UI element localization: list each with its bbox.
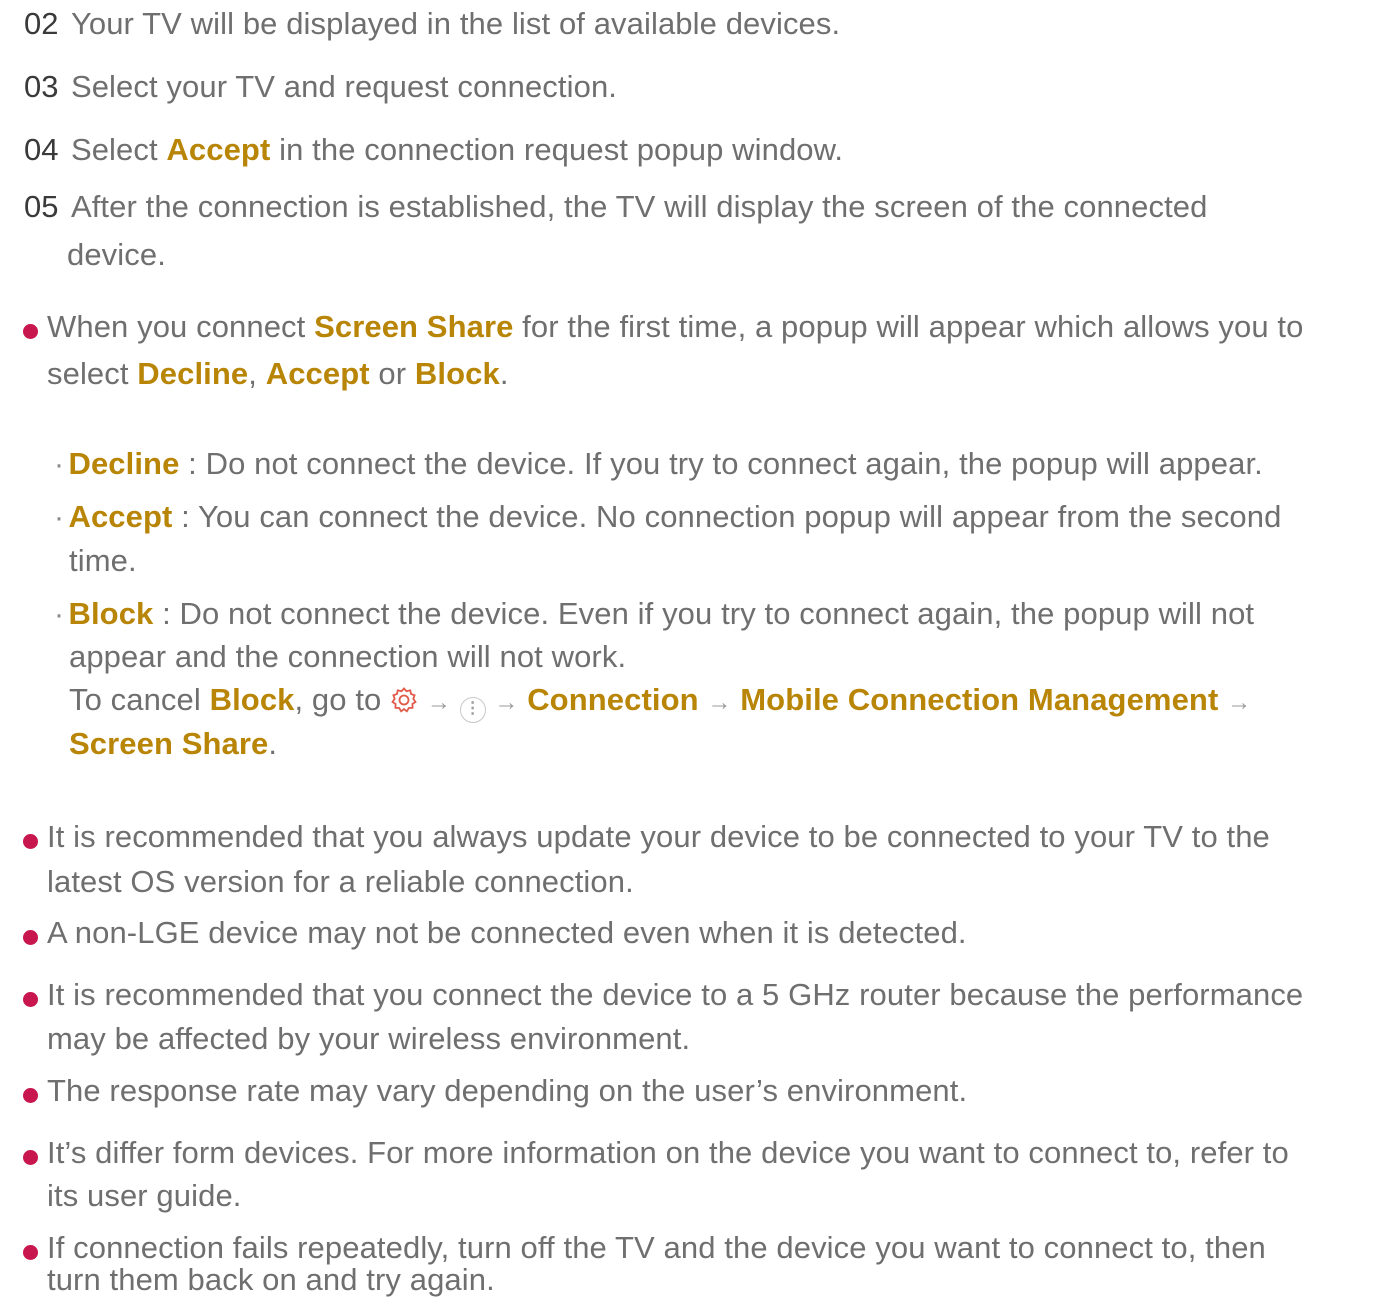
decline-keyword: Decline xyxy=(137,356,249,391)
arrow-icon: → xyxy=(1227,689,1252,716)
option-desc: : Do not connect the device. If you try … xyxy=(179,446,1263,481)
option-desc-cont: appear and the connection will not work. xyxy=(69,639,627,674)
step-text-post: in the connection request popup window. xyxy=(270,132,844,167)
option-block: · Block : Do not connect the device. Eve… xyxy=(54,596,1254,632)
note-line: It is recommended that you always update… xyxy=(47,819,1270,854)
middot-icon: · xyxy=(54,448,64,481)
bullet-icon xyxy=(23,1245,38,1260)
step-number: 04 xyxy=(24,132,59,167)
note-line: It is recommended that you connect the d… xyxy=(47,977,1304,1012)
note-screen-share-line2: select Decline, Accept or Block. xyxy=(47,356,509,391)
arrow-icon: → xyxy=(426,689,451,716)
connection-keyword: Connection xyxy=(527,682,699,717)
bullet-icon xyxy=(23,930,38,945)
gear-icon xyxy=(390,686,418,722)
cancel-block-path: To cancel Block, go to → ⋮ → Connection … xyxy=(69,682,1251,723)
note-line-cont: its user guide. xyxy=(47,1178,242,1213)
note-line-cont: may be affected by your wireless environ… xyxy=(47,1021,691,1056)
step-text: Select your TV and request connection. xyxy=(70,69,617,104)
option-accept: · Accept : You can connect the device. N… xyxy=(54,499,1281,535)
step-05: 05 After the connection is established, … xyxy=(24,189,1207,225)
screen-share-keyword: Screen Share xyxy=(69,726,269,761)
note-line-cont: latest OS version for a reliable connect… xyxy=(47,864,634,899)
note-line: If connection fails repeatedly, turn off… xyxy=(47,1230,1266,1265)
step-text-pre: Select xyxy=(70,132,167,167)
arrow-icon: → xyxy=(494,689,519,716)
bullet-icon xyxy=(23,324,38,339)
step-number: 02 xyxy=(24,6,59,41)
note-line: A non-LGE device may not be connected ev… xyxy=(47,915,967,950)
step-03: 03 Select your TV and request connection… xyxy=(24,69,617,105)
block-keyword: Block xyxy=(209,682,295,717)
mobile-connection-management-keyword: Mobile Connection Management xyxy=(740,682,1219,717)
more-icon: ⋮ xyxy=(459,697,486,723)
arrow-icon: → xyxy=(707,689,732,716)
note-line-cont: turn them back on and try again. xyxy=(47,1262,495,1297)
step-text: Your TV will be displayed in the list of… xyxy=(70,6,841,41)
accept-keyword: Accept xyxy=(265,356,370,391)
step-04: 04 Select Accept in the connection reque… xyxy=(24,132,843,168)
accept-keyword: Accept xyxy=(166,132,271,167)
bullet-icon xyxy=(23,992,38,1007)
bullet-icon xyxy=(23,1088,38,1103)
option-desc: : You can connect the device. No connect… xyxy=(172,499,1282,534)
option-label: Decline xyxy=(68,446,180,481)
option-label: Accept xyxy=(68,499,173,534)
note-line: The response rate may vary depending on … xyxy=(47,1073,968,1108)
step-text-cont: device. xyxy=(67,237,166,272)
note-line: It’s differ form devices. For more infor… xyxy=(47,1135,1289,1170)
option-desc-cont: time. xyxy=(69,543,137,578)
step-text: After the connection is established, the… xyxy=(70,189,1208,224)
screen-share-keyword: Screen Share xyxy=(314,309,514,344)
middot-icon: · xyxy=(54,598,64,631)
step-02: 02 Your TV will be displayed in the list… xyxy=(24,6,840,42)
option-label: Block xyxy=(68,596,154,631)
note-screen-share-line1: When you connect Screen Share for the fi… xyxy=(47,309,1304,344)
bullet-icon xyxy=(23,1150,38,1165)
cancel-block-path-cont: Screen Share. xyxy=(69,726,278,761)
step-number: 05 xyxy=(24,189,59,224)
option-decline: · Decline : Do not connect the device. I… xyxy=(54,446,1263,482)
middot-icon: · xyxy=(54,501,64,534)
block-keyword: Block xyxy=(414,356,500,391)
step-number: 03 xyxy=(24,69,59,104)
option-desc: : Do not connect the device. Even if you… xyxy=(153,596,1255,631)
bullet-icon xyxy=(23,834,38,849)
